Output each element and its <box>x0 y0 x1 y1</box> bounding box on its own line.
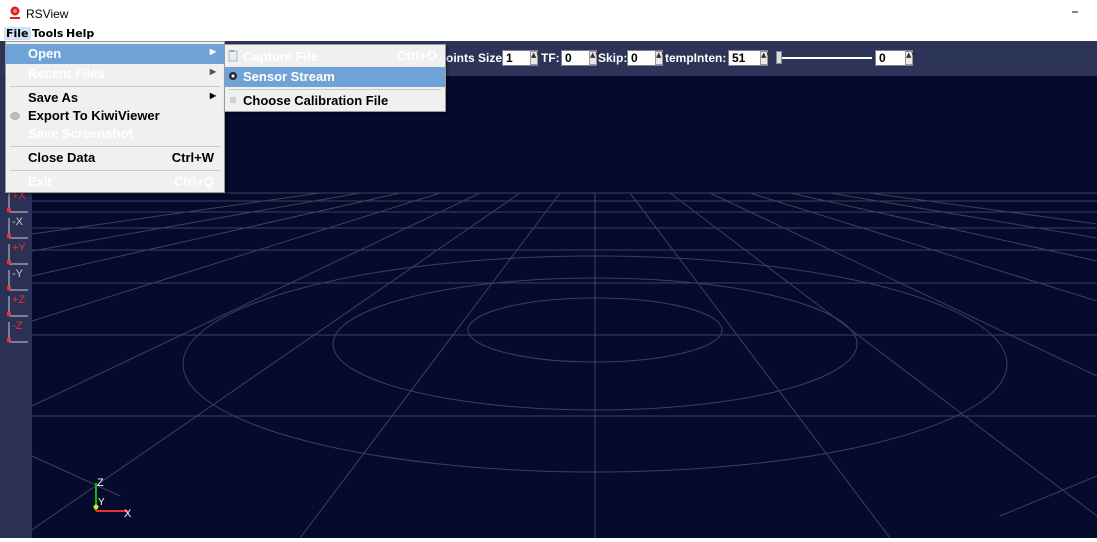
slider-handle[interactable] <box>776 51 782 64</box>
view-plus-z-button[interactable]: +Z <box>6 294 30 320</box>
menu-item-capture-file-label: Capture File <box>243 49 319 64</box>
file-menu-dropdown: Open ▶ Recent Files ▶ Save As ▶ Export T… <box>5 41 225 193</box>
axis-y-label: Y <box>98 497 105 508</box>
menu-item-choose-calibration[interactable]: Choose Calibration File <box>225 91 445 111</box>
menu-item-close-data-label: Close Data <box>28 150 96 165</box>
menu-item-exit-shortcut: Ctrl+Q <box>173 174 214 189</box>
menu-item-sensor-stream-label: Sensor Stream <box>243 69 335 84</box>
view-plus-y-label: +Y <box>12 242 26 254</box>
menu-item-open-label: Open <box>28 46 62 61</box>
menu-item-close-data[interactable]: Close Data Ctrl+W <box>6 148 224 168</box>
view-minus-x-label: -X <box>12 216 23 228</box>
tempinten-stepper[interactable]: ▲▼ <box>760 51 772 65</box>
view-plus-z-label: +Z <box>12 294 26 306</box>
menu-item-capture-file-shortcut: Ctrl+O <box>396 48 437 63</box>
tf-label: TF: <box>541 51 560 65</box>
menu-item-save-screenshot[interactable]: Save Screenshot <box>6 124 224 144</box>
app-logo-icon <box>10 6 20 19</box>
menu-bar: File Tools Help <box>0 26 1097 41</box>
points-size-stepper[interactable]: ▲▼ <box>530 51 542 65</box>
menu-item-exit[interactable]: Exit Ctrl+Q <box>6 172 224 192</box>
view-plus-x-button[interactable]: +X <box>6 190 30 216</box>
menu-separator <box>10 146 220 147</box>
menu-item-export-kiwiviewer[interactable]: Export To KiwiViewer <box>6 106 224 126</box>
view-minus-z-label: -Z <box>12 320 23 332</box>
export-icon <box>10 112 20 120</box>
menu-item-export-kiwiviewer-label: Export To KiwiViewer <box>28 108 160 123</box>
menu-separator <box>10 170 220 171</box>
slider-value-stepper[interactable]: ▲▼ <box>905 51 917 65</box>
menu-file[interactable]: File <box>4 27 31 40</box>
view-plus-y-button[interactable]: +Y <box>6 242 30 268</box>
menu-separator <box>10 86 220 87</box>
view-minus-y-label: -Y <box>12 268 23 280</box>
tf-stepper[interactable]: ▲▼ <box>589 51 601 65</box>
menu-separator <box>229 89 441 90</box>
menu-tools[interactable]: Tools <box>30 27 65 40</box>
sensor-stream-icon <box>229 72 237 80</box>
skip-label: Skip: <box>598 51 628 65</box>
view-minus-x-button[interactable]: -X <box>6 216 30 242</box>
capture-file-icon <box>228 50 238 62</box>
menu-item-recent-files-label: Recent Files <box>28 66 105 81</box>
menu-item-open[interactable]: Open ▶ <box>6 44 224 64</box>
open-submenu: Capture File Ctrl+O Sensor Stream Choose… <box>224 44 446 112</box>
menu-help[interactable]: Help <box>64 27 96 40</box>
window-title: RSView <box>26 7 69 21</box>
calibration-icon <box>230 97 236 103</box>
menu-item-recent-files[interactable]: Recent Files ▶ <box>6 64 224 84</box>
menu-item-close-data-shortcut: Ctrl+W <box>171 150 214 165</box>
points-size-label: oints Size: <box>446 51 507 65</box>
menu-item-sensor-stream[interactable]: Sensor Stream <box>225 67 445 87</box>
menu-item-save-screenshot-label: Save Screenshot <box>28 126 133 141</box>
view-minus-z-button[interactable]: -Z <box>6 320 30 346</box>
tempinten-label: tempInten: <box>665 51 727 65</box>
axis-x-label: X <box>124 508 132 520</box>
skip-stepper[interactable]: ▲▼ <box>655 51 667 65</box>
submenu-arrow-icon: ▶ <box>209 67 216 76</box>
axis-z-label: Z <box>97 477 104 489</box>
minimize-button[interactable]: – <box>1065 2 1085 22</box>
submenu-arrow-icon: ▶ <box>209 47 216 56</box>
menu-item-choose-calibration-label: Choose Calibration File <box>243 93 389 108</box>
title-bar: RSView – <box>0 0 1097 26</box>
submenu-arrow-icon: ▶ <box>209 91 216 100</box>
menu-item-save-as[interactable]: Save As ▶ <box>6 88 224 108</box>
menu-item-capture-file[interactable]: Capture File Ctrl+O <box>225 47 445 67</box>
view-minus-y-button[interactable]: -Y <box>6 268 30 294</box>
orientation-axes-widget: Z Y X <box>93 477 132 520</box>
slider-track[interactable] <box>776 57 872 59</box>
menu-item-exit-label: Exit <box>28 174 52 189</box>
menu-item-save-as-label: Save As <box>28 90 79 105</box>
